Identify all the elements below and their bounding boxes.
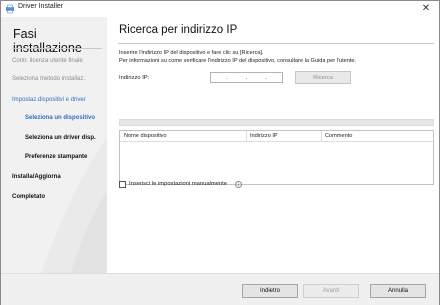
manual-settings-label[interactable]: Inserisci le impostazioni manualmente	[129, 181, 227, 187]
manual-settings-checkbox[interactable]	[119, 181, 126, 188]
info-icon[interactable]: i	[235, 181, 242, 188]
sidebar-title: Fasi installazione	[13, 27, 82, 55]
main-panel: Ricerca per indirizzo IP Inserire l'indi…	[108, 17, 439, 273]
search-progress-bar	[119, 119, 434, 126]
instruction-line-1: Inserire l'indirizzo IP del dispositivo …	[119, 50, 264, 56]
back-button[interactable]: Indietro	[242, 284, 298, 298]
decorative-swoosh	[41, 137, 107, 273]
step-install-method: Seleziona metodo installaz.	[12, 76, 86, 82]
ip-dot: .	[245, 75, 248, 81]
step-select-driver: Seleziona un driver disp.	[25, 135, 96, 141]
step-install-update: Installa/Aggiorna	[12, 174, 61, 180]
ip-dot: .	[265, 75, 267, 81]
table-header: Nome dispositivo Indirizzo IP Commento	[120, 131, 433, 142]
column-ip-address[interactable]: Indirizzo IP	[250, 133, 278, 139]
step-printer-preferences: Preferenze stampante	[25, 154, 88, 160]
ip-address-label: Indirizzo IP:	[119, 75, 150, 81]
page-title: Ricerca per indirizzo IP	[119, 24, 238, 36]
column-device-name[interactable]: Nome dispositivo	[124, 133, 167, 139]
title-bar: Driver Installer ✕	[1, 1, 439, 17]
step-completed: Completato	[12, 194, 45, 200]
steps-sidebar: Fasi installazione Contr. licenza utente…	[1, 17, 107, 273]
printer-icon	[6, 4, 14, 14]
column-divider	[246, 131, 247, 142]
footer-bar: Indietro Avanti Annulla	[1, 273, 439, 305]
ip-address-input[interactable]: . . .	[210, 72, 283, 83]
column-divider	[321, 131, 322, 142]
cancel-button[interactable]: Annulla	[370, 284, 426, 298]
device-table[interactable]: Nome dispositivo Indirizzo IP Commento	[119, 130, 434, 185]
step-license: Contr. licenza utente finale	[12, 58, 83, 64]
sidebar-divider	[12, 48, 102, 49]
next-button[interactable]: Avanti	[303, 284, 359, 298]
step-select-device: Seleziona un dispositivo	[25, 115, 96, 121]
step-device-settings: Impostaz.dispositivi e driver	[12, 97, 86, 103]
search-button[interactable]: Ricerca	[295, 71, 351, 84]
installer-window: Driver Installer ✕ Fasi installazione Co…	[0, 0, 440, 305]
close-icon[interactable]: ✕	[419, 2, 433, 16]
ip-dot: .	[225, 75, 228, 81]
column-comment[interactable]: Commento	[325, 133, 352, 139]
title-divider	[118, 43, 434, 44]
instruction-line-2: Per informazioni su come verificare l'in…	[119, 58, 357, 64]
window-title: Driver Installer	[18, 3, 64, 10]
